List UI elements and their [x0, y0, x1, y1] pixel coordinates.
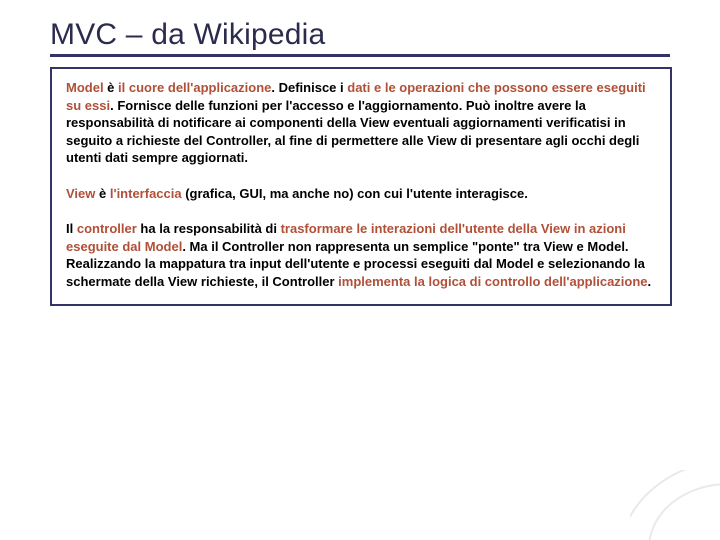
text: Il: [66, 221, 77, 236]
decorative-corner: [630, 470, 720, 540]
emph-controller-name: controller: [77, 221, 137, 236]
paragraph-model: Model è il cuore dell'applicazione. Defi…: [66, 79, 656, 167]
emph-view-name: View: [66, 186, 95, 201]
text: ha la responsabilità di: [137, 221, 281, 236]
text: è: [95, 186, 109, 201]
content-box: Model è il cuore dell'applicazione. Defi…: [50, 67, 672, 306]
paragraph-view: View è l'interfaccia (grafica, GUI, ma a…: [66, 185, 656, 203]
paragraph-controller: Il controller ha la responsabilità di tr…: [66, 220, 656, 290]
text: . Fornisce delle funzioni per l'accesso …: [66, 98, 639, 166]
page-title: MVC – da Wikipedia: [50, 18, 680, 52]
text: è: [104, 80, 118, 95]
emph-view-interface: l'interfaccia: [110, 186, 182, 201]
slide: MVC – da Wikipedia Model è il cuore dell…: [0, 0, 720, 540]
emph-controller-logic: implementa la logica di controllo dell'a…: [338, 274, 647, 289]
text: (grafica, GUI, ma anche no) con cui l'ut…: [182, 186, 528, 201]
text: .: [648, 274, 652, 289]
emph-model-core: il cuore dell'applicazione: [118, 80, 271, 95]
text: . Definisce i: [271, 80, 347, 95]
title-underline: [50, 54, 670, 57]
emph-model-name: Model: [66, 80, 104, 95]
